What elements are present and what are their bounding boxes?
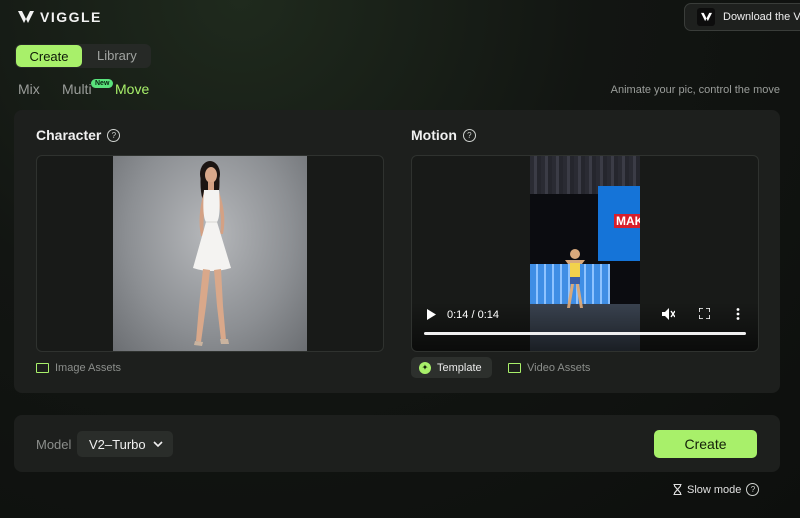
viggle-logo-icon [18,11,34,23]
mode-tab-move[interactable]: Move [115,81,149,97]
motion-heading: Motion ? [411,127,476,143]
image-assets-link[interactable]: Image Assets [36,362,121,374]
hourglass-icon [673,484,682,495]
play-icon[interactable] [426,309,436,323]
template-icon: ✦ [419,361,431,374]
video-progress-bar[interactable] [424,332,746,335]
model-select[interactable]: V2–Turbo [77,431,173,457]
app-logo[interactable]: VIGGLE [18,9,102,25]
mode-tab-mix[interactable]: Mix [18,81,40,97]
template-button[interactable]: ✦ Template [411,357,492,378]
folder-icon [508,363,521,373]
download-app-button[interactable]: Download the V [684,3,800,31]
new-badge: New [91,79,114,88]
tab-library[interactable]: Library [97,48,137,63]
image-assets-label: Image Assets [55,362,122,374]
video-assets-label: Video Assets [527,362,591,374]
model-value: V2–Turbo [89,436,146,452]
video-banner-text: MAKI [614,214,640,228]
create-button[interactable]: Create [654,430,757,458]
mute-icon[interactable] [662,308,676,323]
character-image [113,156,307,351]
character-help-icon[interactable]: ? [107,128,121,142]
motion-help-icon[interactable]: ? [462,128,476,142]
tagline: Animate your pic, control the move [610,84,780,96]
create-library-toggle: Create Library [15,44,151,68]
tab-create[interactable]: Create [16,45,82,67]
fullscreen-icon[interactable] [698,307,711,322]
model-label: Model [36,437,72,452]
character-upload-area[interactable] [36,155,384,352]
download-label: Download the V [723,11,800,23]
slow-mode-toggle[interactable]: Slow mode ? [673,483,760,496]
motion-video-player[interactable]: MAKI 0:14 / 0:14 [411,155,759,352]
slow-mode-label: Slow mode [687,483,742,496]
folder-icon [36,363,49,373]
character-title: Character [36,127,102,143]
viggle-app-icon [697,8,715,26]
character-heading: Character ? [36,127,121,143]
mode-tab-multi[interactable]: Multi [62,81,92,97]
more-options-icon[interactable] [736,308,740,323]
template-label: Template [437,361,482,374]
chevron-down-icon [153,440,163,447]
motion-title: Motion [411,127,457,143]
brand-name: VIGGLE [40,9,102,25]
video-time: 0:14 / 0:14 [447,309,499,321]
video-assets-link[interactable]: Video Assets [508,362,590,374]
slow-mode-help-icon[interactable]: ? [746,483,760,496]
